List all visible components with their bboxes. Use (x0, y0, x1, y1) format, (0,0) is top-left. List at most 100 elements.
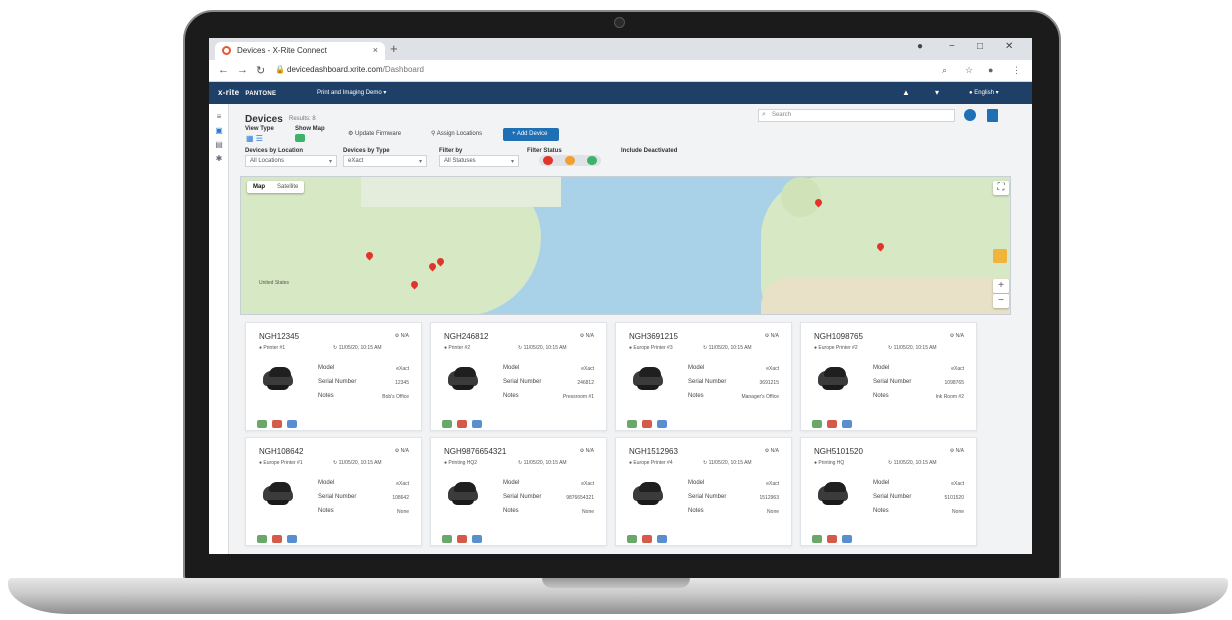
fullscreen-icon[interactable]: ⛶ (993, 181, 1009, 195)
assign-locations-button[interactable]: ⚲ Assign Locations (431, 130, 482, 137)
browser-menu-icon[interactable]: ⋮ (1012, 65, 1021, 76)
zoom-icon[interactable]: ⌕ (942, 65, 947, 76)
move-device-icon[interactable] (842, 420, 852, 428)
device-location-name: Printer #1 (263, 345, 286, 351)
serial-label: Serial Number (503, 494, 542, 500)
language-selector[interactable]: ● English ▾ (969, 89, 999, 96)
bookmark-star-icon[interactable]: ☆ (965, 65, 973, 76)
url-field[interactable]: 🔒 devicedashboard.xrite.com/Dashboard (275, 65, 925, 78)
menu-icon[interactable]: ≡ (214, 112, 224, 122)
locations-nav-icon[interactable]: ▤ (214, 140, 224, 150)
user-menu-icon[interactable]: ▾ (935, 88, 939, 97)
account-icon[interactable]: ● (988, 65, 993, 75)
status-error-toggle[interactable] (543, 156, 553, 165)
device-id[interactable]: NGH1512963 (629, 447, 678, 456)
device-card[interactable]: NGH12345 ⚙ N/A ● Printer #1 ↻ 11/05/20, 10:… (245, 322, 422, 431)
edit-device-icon[interactable] (827, 420, 837, 428)
device-id[interactable]: NGH1098765 (814, 332, 863, 341)
edit-device-icon[interactable] (457, 420, 467, 428)
sync-device-icon[interactable] (442, 535, 452, 543)
status-warning-toggle[interactable] (565, 156, 575, 165)
edit-device-icon[interactable] (642, 535, 652, 543)
device-id[interactable]: NGH108642 (259, 447, 303, 456)
edit-device-icon[interactable] (272, 535, 282, 543)
model-value: eXact (581, 481, 594, 487)
edit-device-icon[interactable] (642, 420, 652, 428)
update-firmware-button[interactable]: ⚙ Update Firmware (348, 130, 401, 137)
edit-device-icon[interactable] (827, 535, 837, 543)
device-card[interactable]: NGH3691215 ⚙ N/A ● Europe Printer #3 ↻ 11/0… (615, 322, 792, 431)
device-id[interactable]: NGH5101520 (814, 447, 863, 456)
maximize-icon[interactable]: □ (977, 41, 983, 52)
notes-label: Notes (688, 508, 704, 514)
device-id[interactable]: NGH9876654321 (444, 447, 506, 456)
map-type-tabs: Map Satellite (247, 181, 305, 193)
location-select[interactable]: All Locations ▾ (245, 155, 337, 167)
move-device-icon[interactable] (287, 420, 297, 428)
status-select[interactable]: All Statuses ▾ (439, 155, 519, 167)
move-device-icon[interactable] (287, 535, 297, 543)
profile-dot-icon[interactable]: ● (917, 41, 923, 52)
device-card[interactable]: NGH246812 ⚙ N/A ● Printer #2 ↻ 11/05/20, 10… (430, 322, 607, 431)
grid-view-icon[interactable]: ▦ ☰ (246, 134, 263, 143)
add-device-button[interactable]: + Add Device (503, 128, 559, 141)
new-tab-button[interactable]: + (390, 42, 398, 56)
device-location-name: Printer #2 (448, 345, 471, 351)
forward-icon[interactable]: → (237, 64, 248, 76)
satellite-tab[interactable]: Satellite (271, 181, 304, 190)
collapse-up-icon[interactable] (964, 109, 976, 121)
sync-device-icon[interactable] (627, 420, 637, 428)
browser-tab[interactable]: Devices - X-Rite Connect × (215, 42, 385, 60)
back-icon[interactable]: ← (218, 64, 229, 76)
device-location-name: Europe Printer #2 (818, 345, 858, 351)
edit-device-icon[interactable] (272, 420, 282, 428)
close-window-icon[interactable]: ✕ (1005, 41, 1013, 52)
edit-device-icon[interactable] (457, 535, 467, 543)
device-location-name: Europe Printer #4 (633, 460, 673, 466)
device-id[interactable]: NGH3691215 (629, 332, 678, 341)
map-tab[interactable]: Map (247, 181, 271, 190)
move-device-icon[interactable] (472, 420, 482, 428)
device-map[interactable]: Map Satellite United States ⛶ + − (240, 176, 1011, 315)
settings-nav-icon[interactable]: ✱ (214, 154, 224, 164)
move-device-icon[interactable] (472, 535, 482, 543)
move-device-icon[interactable] (657, 420, 667, 428)
device-card[interactable]: NGH1512963 ⚙ N/A ● Europe Printer #4 ↻ 11/0… (615, 437, 792, 546)
sync-device-icon[interactable] (812, 420, 822, 428)
sync-device-icon[interactable] (257, 535, 267, 543)
device-status-value: N/A (955, 333, 964, 339)
device-status: ⚙ N/A (764, 448, 779, 454)
device-card[interactable]: NGH5101520 ⚙ N/A ● Printing HQ ↻ 11/05/20, … (800, 437, 977, 546)
language-label: English (974, 90, 994, 96)
workspace-selector[interactable]: Print and Imaging Demo ▾ (317, 89, 386, 96)
device-actions (442, 530, 487, 548)
status-ok-toggle[interactable] (587, 156, 597, 165)
model-value: eXact (951, 366, 964, 372)
device-id[interactable]: NGH246812 (444, 332, 488, 341)
street-view-pegman-icon[interactable] (993, 249, 1007, 263)
zoom-in-button[interactable]: + (993, 279, 1009, 293)
sync-device-icon[interactable] (257, 420, 267, 428)
sync-device-icon[interactable] (442, 420, 452, 428)
spectrophotometer-image (259, 480, 297, 506)
reload-icon[interactable]: ↻ (256, 64, 265, 77)
minimize-icon[interactable]: − (949, 41, 955, 52)
device-id[interactable]: NGH12345 (259, 332, 299, 341)
device-status: ⚙ N/A (394, 448, 409, 454)
notes-label: Notes (318, 508, 334, 514)
close-tab-icon[interactable]: × (373, 45, 378, 55)
sync-device-icon[interactable] (627, 535, 637, 543)
search-input[interactable]: ⌕ Search (758, 109, 955, 122)
device-card[interactable]: NGH108642 ⚙ N/A ● Europe Printer #1 ↻ 11/05… (245, 437, 422, 546)
devices-nav-icon[interactable]: ▣ (214, 126, 224, 136)
device-card[interactable]: NGH1098765 ⚙ N/A ● Europe Printer #2 ↻ 11/0… (800, 322, 977, 431)
export-icon[interactable] (987, 109, 998, 122)
type-select[interactable]: eXact ▾ (343, 155, 427, 167)
move-device-icon[interactable] (842, 535, 852, 543)
device-card[interactable]: NGH9876654321 ⚙ N/A ● Printing HQ2 ↻ 11/05/… (430, 437, 607, 546)
move-device-icon[interactable] (657, 535, 667, 543)
show-map-toggle[interactable] (295, 134, 305, 142)
sync-device-icon[interactable] (812, 535, 822, 543)
notification-icon[interactable]: ▲ (902, 88, 910, 97)
zoom-out-button[interactable]: − (993, 294, 1009, 308)
